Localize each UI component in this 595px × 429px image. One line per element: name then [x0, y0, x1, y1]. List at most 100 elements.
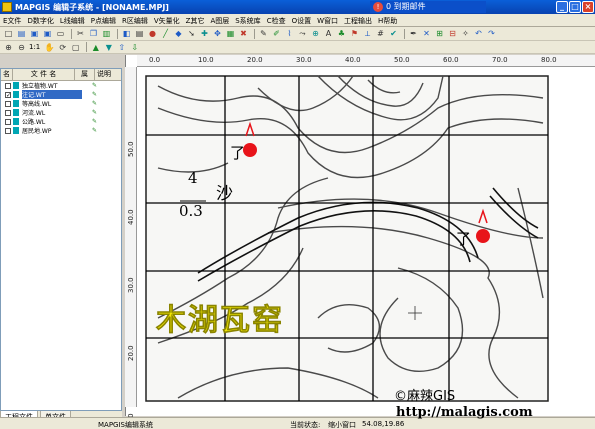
grid-icon[interactable]: # [375, 28, 386, 39]
arrow-up-icon[interactable]: ▲ [90, 42, 101, 53]
toolbar-separator [254, 28, 255, 39]
arrow-down-icon[interactable]: ▼ [103, 42, 114, 53]
file-list-item[interactable]: 河流.WL ✎ [1, 108, 121, 117]
file-type-icon [13, 82, 19, 89]
status-coordinates: 54.08,19.86 [362, 420, 405, 428]
merge-icon[interactable]: ⊞ [434, 28, 445, 39]
save-all-icon[interactable]: ▣ [42, 28, 53, 39]
menu-window[interactable]: W窗口 [314, 14, 341, 26]
close-button[interactable]: × [582, 1, 594, 13]
copy-icon[interactable]: ❐ [88, 28, 99, 39]
zoom-in-icon[interactable]: ⊕ [3, 42, 14, 53]
file-list: 独立植物.WT ✎ ✓ 注记.WT ✎ 等高线.WL ✎ 河流.WL ✎ 公路.WL ✎ 居民地.WP… [1, 81, 121, 135]
menu-file[interactable]: E文件 [0, 14, 24, 26]
file-name: 公路.WL [22, 119, 46, 126]
ruler-x-tick: 80.0 [541, 56, 557, 64]
trace-icon[interactable]: ⤳ [297, 28, 308, 39]
visibility-checkbox[interactable] [5, 109, 11, 116]
annotation-number-bottom: 0.3 [179, 202, 203, 220]
new-file-icon[interactable]: □ [3, 28, 14, 39]
menu-digitize[interactable]: D数字化 [24, 14, 56, 26]
column-attribute[interactable]: 属 [75, 69, 95, 80]
menu-vectorize[interactable]: V矢量化 [151, 14, 183, 26]
kiln-place-label: 木湖瓦窑 [155, 303, 284, 338]
visibility-checkbox[interactable] [5, 118, 11, 125]
split-icon[interactable]: ⊟ [447, 28, 458, 39]
select-icon[interactable]: ➘ [186, 28, 197, 39]
column-filename[interactable]: 文 件 名 [13, 69, 75, 80]
menu-check[interactable]: C检查 [264, 14, 289, 26]
cross-icon[interactable]: ✕ [421, 28, 432, 39]
zoom-1to1-button[interactable]: 1:1 [29, 43, 40, 51]
main-toolbar: □ ▤ ▣ ▣ ▭ ✂ ❐ ▥ ◧ ▤ ● ╱ ◆ ➘ ✚ ✥ ▦ ✖ ✎ ✐ … [0, 27, 595, 41]
delete-icon[interactable]: ✖ [238, 28, 249, 39]
toolbar-separator [86, 42, 88, 52]
cut-icon[interactable]: ✂ [75, 28, 86, 39]
attribute-icon[interactable]: ▦ [225, 28, 236, 39]
visibility-checkbox[interactable] [5, 100, 11, 107]
refresh-icon[interactable]: ⟳ [57, 42, 68, 53]
paste-icon[interactable]: ▥ [101, 28, 112, 39]
save-icon[interactable]: ▣ [29, 28, 40, 39]
label-icon[interactable]: A [323, 28, 334, 39]
visibility-checkbox[interactable] [5, 127, 11, 134]
annotation-number-top: 4 [188, 169, 198, 187]
file-list-item[interactable]: ✓ 注记.WT ✎ [1, 90, 121, 99]
title-bar: MAPGIS 编辑子系统 - [NONAME.MPJ] ! 0 到期邮件 _ □… [0, 0, 595, 14]
print-icon[interactable]: ▭ [55, 28, 66, 39]
column-description[interactable]: 说明 [95, 69, 121, 80]
file-list-item[interactable]: 公路.WL ✎ [1, 117, 121, 126]
menu-settings[interactable]: O设置 [289, 14, 315, 26]
map-canvas[interactable]: 了 了 4 0.3 沙 木湖瓦窑 ©麻辣GIS [138, 68, 587, 407]
digitize-line-icon[interactable]: ✐ [271, 28, 282, 39]
snap-icon[interactable]: ⊕ [310, 28, 321, 39]
file-list-item[interactable]: 独立植物.WT ✎ [1, 81, 121, 90]
menu-system-library[interactable]: S系统库 [232, 14, 263, 26]
check-icon[interactable]: ✔ [388, 28, 399, 39]
move-icon[interactable]: ✥ [212, 28, 223, 39]
vectorize-icon[interactable]: ⌇ [284, 28, 295, 39]
layer-down-icon[interactable]: ⇩ [129, 42, 140, 53]
print-preview-icon[interactable]: ▤ [134, 28, 145, 39]
pan-hand-icon[interactable]: ✋ [44, 42, 55, 53]
minimize-button[interactable]: _ [556, 1, 568, 13]
visibility-checkbox[interactable]: ✓ [5, 91, 11, 98]
undo-icon[interactable]: ↶ [473, 28, 484, 39]
open-file-icon[interactable]: ▤ [16, 28, 27, 39]
file-list-item[interactable]: 居民地.WP ✎ [1, 126, 121, 135]
view-toolbar: ⊕ ⊖ 1:1 ✋ ⟳ ▢ ▲ ▼ ⇧ ⇩ [0, 41, 595, 54]
flag-icon[interactable]: ⚑ [349, 28, 360, 39]
app-icon [2, 2, 12, 12]
maximize-button[interactable]: □ [569, 1, 581, 13]
edit-status-icon: ✎ [92, 127, 98, 134]
file-list-item[interactable]: 等高线.WL ✎ [1, 99, 121, 108]
redo-icon[interactable]: ↷ [486, 28, 497, 39]
wand-icon[interactable]: ✧ [460, 28, 471, 39]
line-tool-icon[interactable]: ╱ [160, 28, 171, 39]
pen-icon[interactable]: ✒ [408, 28, 419, 39]
menu-project-output[interactable]: 工程输出 [341, 14, 375, 26]
menu-point-edit[interactable]: P点编辑 [88, 14, 119, 26]
visibility-checkbox[interactable] [5, 82, 11, 89]
ruler-x-tick: 10.0 [198, 56, 214, 64]
file-type-icon [13, 91, 19, 98]
column-index[interactable]: 名 [1, 69, 13, 80]
layer-up-icon[interactable]: ⇧ [116, 42, 127, 53]
edit-node-icon[interactable]: ✚ [199, 28, 210, 39]
layer-icon[interactable]: ◧ [121, 28, 132, 39]
window-zoom-icon[interactable]: ▢ [70, 42, 81, 53]
ruler-y-tick: 20.0 [127, 345, 135, 361]
menu-other[interactable]: Z其它 [183, 14, 208, 26]
region-tool-icon[interactable]: ◆ [173, 28, 184, 39]
point-tool-icon[interactable]: ● [147, 28, 158, 39]
menu-help[interactable]: H帮助 [375, 14, 400, 26]
digitize-point-icon[interactable]: ✎ [258, 28, 269, 39]
menu-layer[interactable]: A图层 [207, 14, 232, 26]
measure-icon[interactable]: ⟂ [362, 28, 373, 39]
tree-icon[interactable]: ♣ [336, 28, 347, 39]
menu-region-edit[interactable]: R区编辑 [119, 14, 151, 26]
menu-line-edit[interactable]: L线编辑 [57, 14, 88, 26]
mail-notice[interactable]: ! 0 到期邮件 [370, 1, 486, 13]
file-list-header: 名 文 件 名 属 说明 [1, 69, 121, 81]
zoom-out-icon[interactable]: ⊖ [16, 42, 27, 53]
